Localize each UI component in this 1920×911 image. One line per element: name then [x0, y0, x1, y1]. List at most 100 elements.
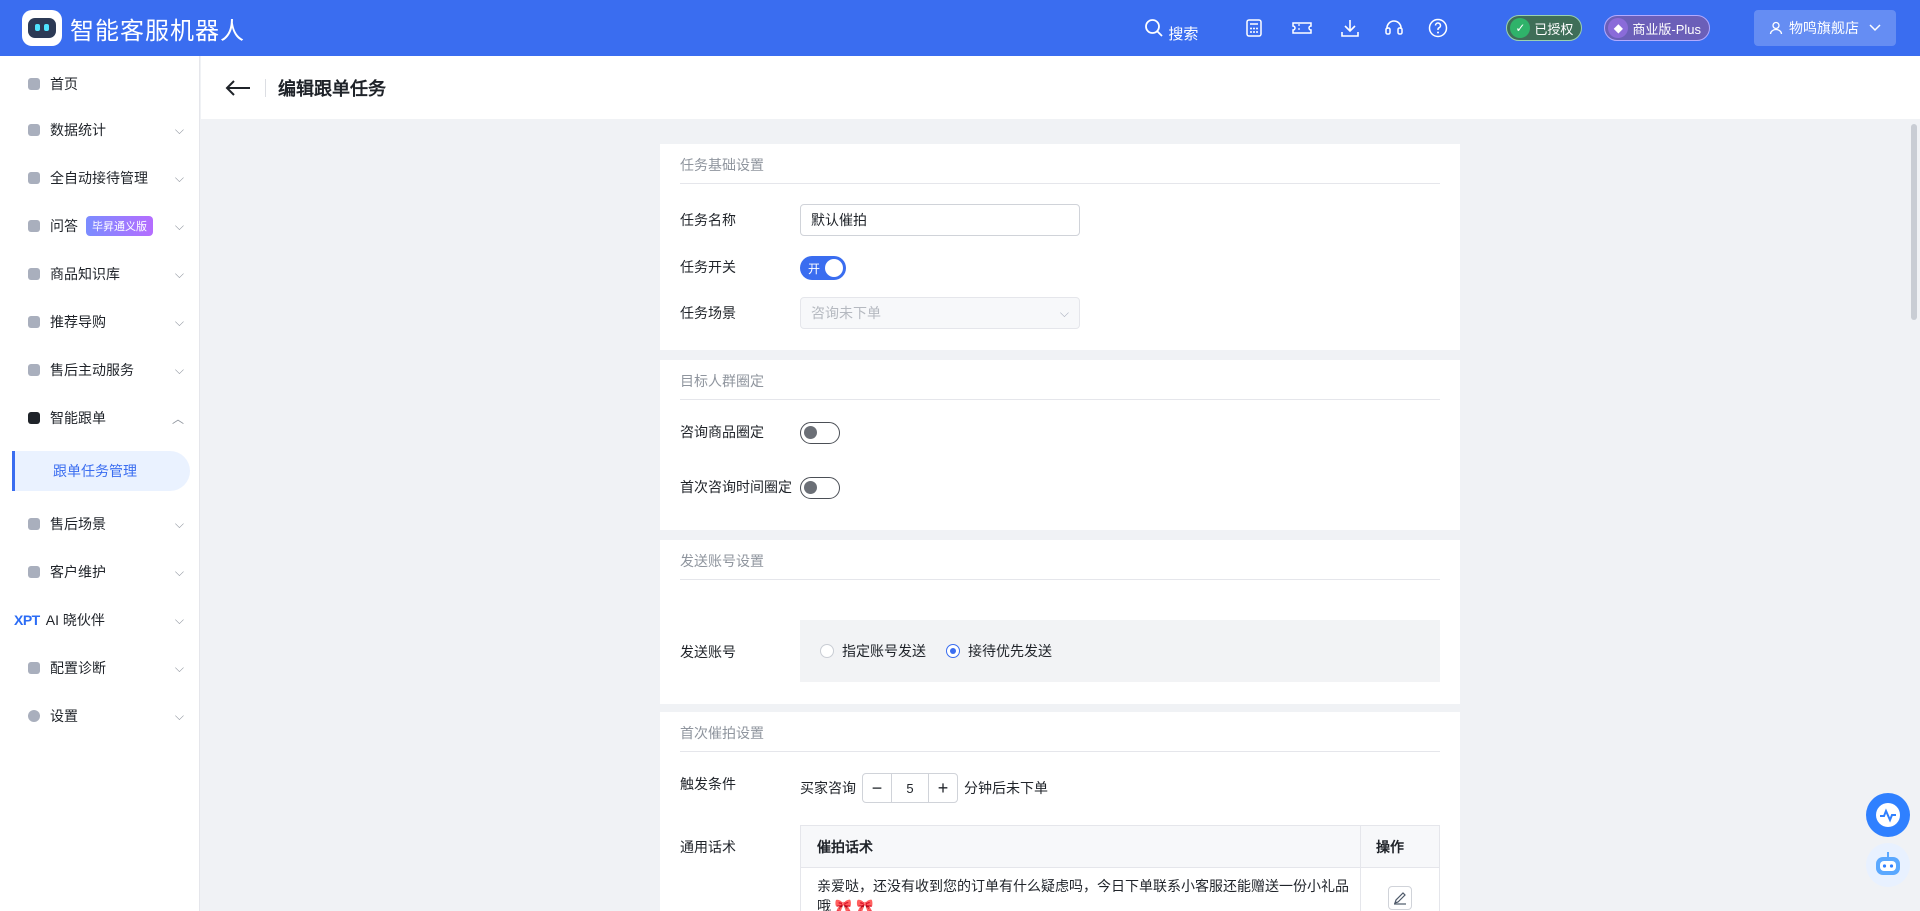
- monitor-icon: [28, 662, 40, 674]
- sidebar-item-aftersale-scene[interactable]: 售后场景 ⌵: [0, 504, 200, 544]
- task-switch-toggle[interactable]: 开: [800, 256, 846, 280]
- reception-icon: [28, 172, 40, 184]
- app-logo[interactable]: 智能客服机器人: [22, 10, 245, 46]
- decrement-button[interactable]: −: [863, 774, 891, 802]
- top-bar: 智能客服机器人 搜索 ✓ 已授权 ◆ 商业版-Plus 物鸣旗舰店: [0, 0, 1920, 56]
- plan-badge[interactable]: ◆ 商业版-Plus: [1604, 15, 1710, 41]
- authorized-badge[interactable]: ✓ 已授权: [1506, 15, 1583, 41]
- robot-logo-icon: [22, 10, 62, 46]
- minutes-input[interactable]: 5: [891, 774, 929, 802]
- task-name-input[interactable]: 默认催拍: [800, 204, 1080, 236]
- edit-button[interactable]: [1388, 886, 1412, 910]
- gift-emoji-icon: 🎀 🎀: [834, 898, 874, 911]
- arrow-left-icon: [225, 79, 250, 96]
- script-text: 亲爱哒，还没有收到您的订单有什么疑虑吗，今日下单联系小客服还能赠送一份小礼品哦: [817, 878, 1349, 911]
- task-switch-label: 任务开关: [680, 259, 736, 275]
- section-title: 目标人群圈定: [680, 373, 764, 389]
- sidebar-subitem-follow-tasks[interactable]: 跟单任务管理: [12, 451, 190, 491]
- sidebar-item-customer[interactable]: 客户维护 ⌵: [0, 552, 200, 592]
- service-icon: [28, 364, 40, 376]
- search-button[interactable]: 搜索: [1144, 13, 1198, 44]
- float-robot-button[interactable]: [1866, 843, 1910, 887]
- download-icon[interactable]: [1326, 19, 1374, 37]
- home-icon: [28, 78, 40, 90]
- sidebar-item-qa[interactable]: 问答 毕昇通义版 ⌵: [0, 206, 200, 246]
- sidebar-item-label: 数据统计: [50, 122, 106, 138]
- radio-checked-icon: [946, 644, 960, 658]
- task-scene-label: 任务场景: [680, 305, 736, 321]
- user-name: 物鸣旗舰店: [1789, 20, 1859, 36]
- trigger-label: 触发条件: [680, 776, 736, 792]
- section-title: 发送账号设置: [680, 553, 764, 569]
- app-title: 智能客服机器人: [70, 17, 245, 45]
- increment-button[interactable]: +: [929, 774, 957, 802]
- trigger-condition: 买家咨询 − 5 + 分钟后未下单: [800, 773, 1048, 803]
- page-scrollbar[interactable]: [1911, 124, 1917, 320]
- ticket-icon[interactable]: [1278, 20, 1326, 36]
- task-scene-value: 咨询未下单: [811, 305, 881, 321]
- page-title: 编辑跟单任务: [278, 78, 386, 99]
- headset-icon[interactable]: [1374, 19, 1414, 37]
- section-title: 首次催拍设置: [680, 725, 764, 741]
- xpt-logo-icon: XPT: [14, 612, 40, 628]
- radio-reception-first[interactable]: 接待优先发送: [946, 641, 1052, 661]
- switch-on-text: 开: [808, 261, 821, 276]
- sidebar-item-label: 智能跟单: [50, 410, 106, 426]
- section-title: 任务基础设置: [680, 157, 764, 173]
- script-table: 催拍话术 操作 亲爱哒，还没有收到您的订单有什么疑虑吗，今日下单联系小客服还能赠…: [800, 825, 1440, 911]
- script-cell: 亲爱哒，还没有收到您的订单有什么疑虑吗，今日下单联系小客服还能赠送一份小礼品哦 …: [801, 868, 1361, 911]
- sidebar-item-recommend[interactable]: 推荐导购 ⌵: [0, 302, 200, 342]
- diamond-icon: ◆: [1608, 18, 1629, 38]
- radio-specified-account[interactable]: 指定账号发送: [820, 641, 926, 661]
- user-icon: [1769, 21, 1783, 35]
- sidebar-item-label: 售后主动服务: [50, 362, 134, 378]
- task-scene-select: 咨询未下单 ⌵: [800, 297, 1080, 329]
- chevron-down-icon: ⌵: [174, 612, 184, 627]
- user-menu-button[interactable]: 物鸣旗舰店: [1754, 10, 1896, 46]
- time-filter-toggle[interactable]: [800, 477, 840, 499]
- sidebar-item-stats[interactable]: 数据统计 ⌵: [0, 110, 200, 150]
- chevron-down-icon: ⌵: [174, 266, 184, 281]
- chevron-down-icon: ⌵: [174, 362, 184, 377]
- action-cell: [1361, 868, 1439, 911]
- chevron-down-icon: ⌵: [174, 660, 184, 675]
- search-label: 搜索: [1168, 25, 1199, 43]
- follow-icon: [28, 412, 40, 424]
- sidebar-item-settings[interactable]: 设置 ⌵: [0, 696, 200, 736]
- goods-filter-label: 咨询商品圈定: [680, 424, 764, 440]
- trigger-prefix: 买家咨询: [800, 780, 856, 796]
- divider: [680, 579, 1440, 580]
- customer-icon: [28, 566, 40, 578]
- recommend-icon: [28, 316, 40, 328]
- goods-filter-toggle[interactable]: [800, 422, 840, 444]
- basic-settings-card: 任务基础设置 任务名称 默认催拍 任务开关 开 任务场景 咨询未下单 ⌵: [660, 144, 1460, 350]
- sidebar-item-auto-reception[interactable]: 全自动接待管理 ⌵: [0, 158, 200, 198]
- send-account-label: 发送账号: [680, 644, 736, 660]
- check-shield-icon: ✓: [1510, 18, 1531, 38]
- divider: [680, 399, 1440, 400]
- scene-icon: [28, 518, 40, 530]
- column-header: 催拍话术: [801, 825, 1361, 868]
- minutes-stepper: − 5 +: [862, 773, 958, 803]
- float-monitor-button[interactable]: [1866, 793, 1910, 837]
- column-header: 操作: [1376, 838, 1404, 855]
- radio-label: 接待优先发送: [968, 643, 1052, 659]
- chevron-down-icon: ⌵: [174, 122, 184, 137]
- version-tag: 毕昇通义版: [86, 216, 153, 236]
- chevron-down-icon: ⌵: [1059, 305, 1069, 320]
- sidebar-item-knowledge[interactable]: 商品知识库 ⌵: [0, 254, 200, 294]
- radio-unchecked-icon: [820, 644, 834, 658]
- sidebar-item-aftersale-service[interactable]: 售后主动服务 ⌵: [0, 350, 200, 390]
- bag-icon: [28, 268, 40, 280]
- sidebar-item-ai-partner[interactable]: XPT AI 晓伙伴 ⌵: [0, 600, 200, 640]
- help-icon[interactable]: [1414, 18, 1462, 38]
- sidebar-item-smart-follow[interactable]: 智能跟单 ︿: [0, 398, 200, 438]
- sidebar-item-label: 问答: [50, 218, 78, 234]
- header-divider: [265, 78, 266, 97]
- back-button[interactable]: [225, 79, 265, 97]
- sidebar-item-home[interactable]: 首页: [0, 64, 200, 104]
- sidebar-item-diagnosis[interactable]: 配置诊断 ⌵: [0, 648, 200, 688]
- first-push-card: 首次催拍设置 触发条件 买家咨询 − 5 + 分钟后未下单 通用话术 催拍话术 …: [660, 712, 1460, 911]
- calculator-icon[interactable]: [1230, 19, 1278, 37]
- trigger-suffix: 分钟后未下单: [964, 780, 1048, 796]
